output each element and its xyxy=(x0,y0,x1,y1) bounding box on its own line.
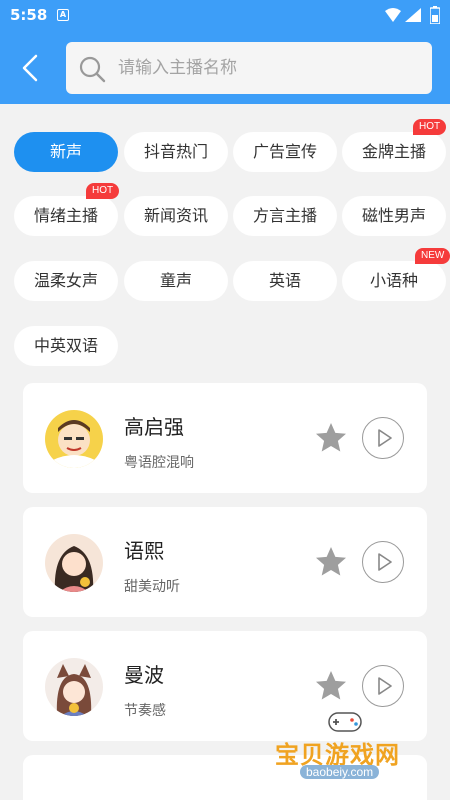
signal-icon xyxy=(405,8,421,22)
star-icon[interactable] xyxy=(313,668,349,704)
play-icon xyxy=(378,429,392,447)
play-button[interactable] xyxy=(362,541,404,583)
hot-badge: HOT xyxy=(86,183,120,199)
search-box[interactable] xyxy=(66,42,432,94)
wifi-icon xyxy=(385,8,401,22)
search-input[interactable] xyxy=(118,42,418,94)
star-icon[interactable] xyxy=(313,544,349,580)
chevron-left-icon xyxy=(22,54,38,82)
hot-badge: HOT xyxy=(413,119,447,135)
tag-gentle-female[interactable]: 温柔女声 xyxy=(14,261,118,301)
avatar xyxy=(45,534,103,592)
tag-advertising[interactable]: 广告宣传 xyxy=(233,132,337,172)
anchor-desc: 甜美动听 xyxy=(124,579,180,595)
anchor-name: 高启强 xyxy=(124,415,184,439)
gamepad-icon xyxy=(328,712,362,732)
tag-dialect-anchor[interactable]: 方言主播 xyxy=(233,196,337,236)
play-icon xyxy=(378,553,392,571)
tag-english[interactable]: 英语 xyxy=(233,261,337,301)
play-button[interactable] xyxy=(362,665,404,707)
watermark: 宝贝游戏网 baobeiy.com xyxy=(270,705,420,795)
tag-emotional-anchor[interactable]: 情绪主播 xyxy=(14,196,118,236)
battery-icon xyxy=(430,6,440,24)
tag-child-voice[interactable]: 童声 xyxy=(124,261,228,301)
anchor-desc: 粤语腔混响 xyxy=(124,455,194,471)
anchor-name: 语熙 xyxy=(124,539,164,563)
tag-bilingual[interactable]: 中英双语 xyxy=(14,326,118,366)
top-nav-bar xyxy=(0,32,450,104)
avatar xyxy=(45,410,103,468)
status-bar: 5:58 A xyxy=(0,0,450,32)
anchor-card[interactable]: 高启强 粤语腔混响 xyxy=(23,383,427,493)
tag-minor-language[interactable]: 小语种 xyxy=(342,261,446,301)
tag-gold-anchor[interactable]: 金牌主播 xyxy=(342,132,446,172)
search-icon xyxy=(79,56,106,83)
anchor-card[interactable]: 语熙 甜美动听 xyxy=(23,507,427,617)
tag-douyin-hot[interactable]: 抖音热门 xyxy=(124,132,228,172)
anchor-name: 曼波 xyxy=(124,663,164,687)
anchor-desc: 节奏感 xyxy=(124,703,166,719)
avatar xyxy=(45,658,103,716)
watermark-url: baobeiy.com xyxy=(300,765,380,779)
play-icon xyxy=(378,677,392,695)
notification-app-icon: A xyxy=(57,9,69,21)
tag-magnetic-male[interactable]: 磁性男声 xyxy=(342,196,446,236)
tag-news[interactable]: 新闻资讯 xyxy=(124,196,228,236)
status-time: 5:58 xyxy=(10,6,48,24)
tag-xinsheng[interactable]: 新声 xyxy=(14,132,118,172)
new-badge: NEW xyxy=(415,248,450,264)
play-button[interactable] xyxy=(362,417,404,459)
star-icon[interactable] xyxy=(313,420,349,456)
back-button[interactable] xyxy=(14,48,50,88)
